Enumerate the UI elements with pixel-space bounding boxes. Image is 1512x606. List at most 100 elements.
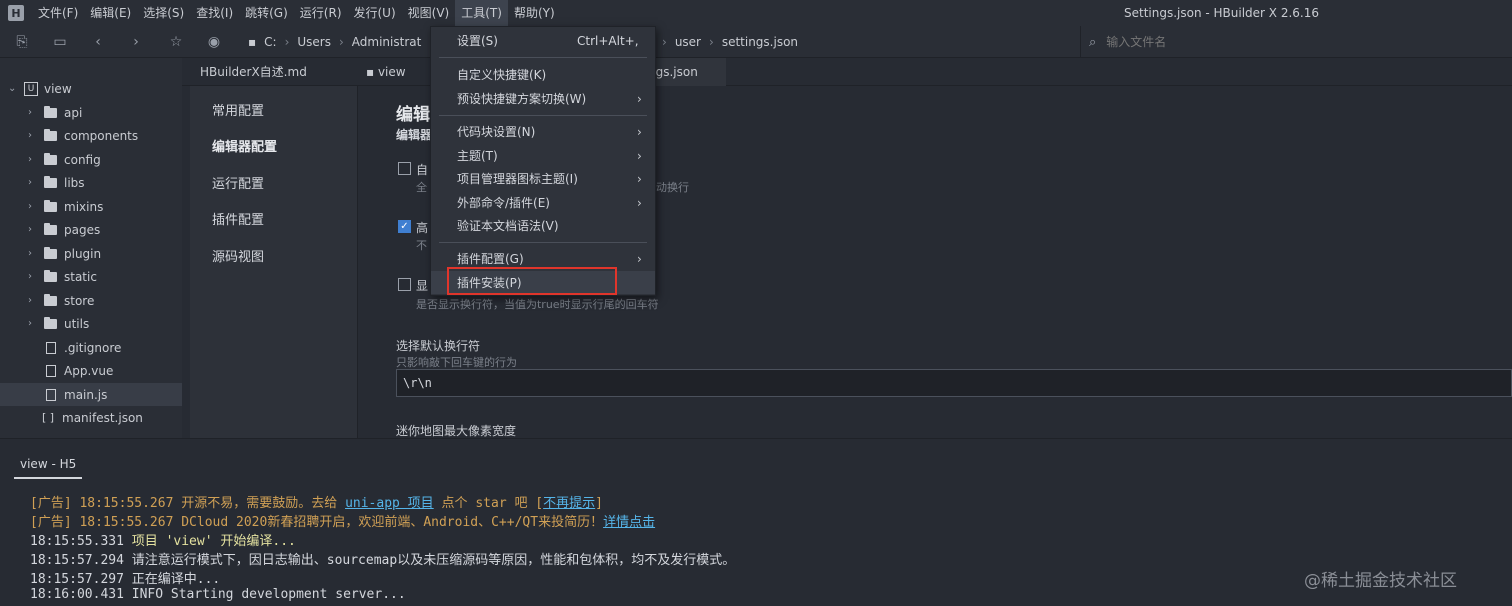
chevron-right-icon: ›	[637, 124, 642, 139]
log-time: 18:15:57.294	[30, 553, 124, 568]
breadcrumb-users[interactable]: Users	[297, 35, 331, 49]
option-desc: 不	[416, 239, 427, 252]
window-title: Settings.json - HBuilder X 2.6.16	[1124, 6, 1320, 20]
breadcrumb-user[interactable]: user	[675, 35, 701, 49]
file-search-input[interactable]	[1106, 35, 1467, 49]
tree-folder[interactable]: › api	[0, 101, 182, 124]
tree-root[interactable]: ⌄ U view	[0, 77, 182, 100]
project-explorer: ⌄ U view › api › components › config › libs …	[0, 58, 182, 438]
menu-run[interactable]: 运行(R)	[294, 0, 348, 26]
option-checkbox-checked[interactable]: ✓	[398, 220, 411, 233]
nav-editor[interactable]: 编辑器配置	[212, 136, 277, 155]
option-label: 显	[416, 279, 429, 293]
tree-folder[interactable]: › plugin	[0, 242, 182, 265]
breadcrumb-settings-json[interactable]: settings.json	[722, 35, 798, 49]
console-tab[interactable]: view - H5	[14, 457, 83, 479]
breadcrumb: ▪ C: › Users › Administrat	[248, 26, 421, 58]
menu-publish[interactable]: 发行(U)	[348, 0, 402, 26]
tree-folder[interactable]: › libs	[0, 171, 182, 194]
log-link[interactable]: uni-app 项目	[345, 496, 434, 511]
menu-edit[interactable]: 编辑(E)	[84, 0, 137, 26]
menu-item-settings[interactable]: 设置(S) Ctrl+Alt+,	[431, 29, 655, 52]
tree-file-label: .gitignore	[64, 340, 122, 355]
star-icon[interactable]: ☆	[166, 32, 186, 52]
tree-folder[interactable]: › mixins	[0, 195, 182, 218]
option-checkbox[interactable]	[398, 278, 411, 291]
log-line: [广告] 18:15:55.267 开源不易，需要鼓励。去给 uni-app 项…	[30, 492, 603, 511]
file-icon	[46, 341, 56, 354]
chevron-right-icon: ›	[637, 91, 642, 106]
tree-folder[interactable]: › pages	[0, 218, 182, 241]
chevron-right-icon: ›	[28, 318, 32, 329]
chevron-right-icon: ›	[28, 224, 32, 235]
menu-item-external[interactable]: 外部命令/插件(E) ›	[431, 191, 655, 214]
tree-folder[interactable]: › components	[0, 124, 182, 147]
log-time: 18:15:55.331	[30, 534, 124, 549]
log-text: INFO Starting development server...	[123, 587, 406, 602]
breadcrumb-tail: › user › settings.json	[662, 26, 798, 58]
menu-tools[interactable]: 工具(T)	[455, 0, 508, 26]
option-desc: 是否显示换行符，当值为true时显示行尾的回车符	[416, 298, 659, 311]
save-icon[interactable]: ▭	[50, 32, 70, 52]
menu-item-custom-keys[interactable]: 自定义快捷键(K)	[431, 63, 655, 86]
new-file-icon[interactable]: ⎘	[12, 32, 32, 52]
newline-label: 选择默认换行符	[396, 339, 481, 353]
tree-folder[interactable]: › config	[0, 148, 182, 171]
tab-readme[interactable]: HBuilderX自述.md	[182, 58, 325, 86]
chevron-right-icon: ›	[28, 107, 32, 118]
chevron-right-icon: ›	[637, 195, 642, 210]
newline-input[interactable]	[396, 369, 1512, 397]
log-text: 请注意运行模式下，因日志输出、sourcemap以及未压缩源码等原因，性能和包体…	[123, 553, 736, 568]
nav-general[interactable]: 常用配置	[212, 100, 264, 119]
log-link[interactable]: 不再提示	[543, 496, 595, 511]
menu-find[interactable]: 查找(I)	[190, 0, 239, 26]
menu-goto[interactable]: 跳转(G)	[239, 0, 294, 26]
folder-icon	[44, 222, 57, 235]
tab-view[interactable]: ▪ view	[348, 58, 424, 86]
nav-source[interactable]: 源码视图	[212, 246, 264, 265]
menu-help[interactable]: 帮助(Y)	[508, 0, 561, 26]
watermark: @稀土掘金技术社区	[1304, 571, 1457, 591]
tree-folder-label: libs	[64, 175, 85, 190]
menu-view[interactable]: 视图(V)	[402, 0, 456, 26]
tree-file[interactable]: App.vue	[0, 359, 182, 382]
menu-item-preset-keys[interactable]: 预设快捷键方案切换(W) ›	[431, 87, 655, 110]
editor-tabs: HBuilderX自述.md ▪ view ngs.json	[182, 58, 1512, 86]
tree-file[interactable]: [ ] manifest.json	[0, 406, 182, 429]
tree-folder-label: store	[64, 293, 95, 308]
option-label: 自	[416, 163, 429, 177]
search-file-icon: ⌕	[1089, 34, 1097, 50]
chevron-right-icon: ›	[28, 201, 32, 212]
nav-plugin[interactable]: 插件配置	[212, 209, 264, 228]
breadcrumb-drive[interactable]: C:	[264, 35, 276, 49]
menu-item-validate[interactable]: 验证本文档语法(V)	[431, 214, 655, 237]
log-text: [广告] 18:15:55.267 DCloud 2020新春招聘开启，欢迎前端…	[30, 515, 604, 530]
menu-item-snippets[interactable]: 代码块设置(N) ›	[431, 120, 655, 143]
menu-file[interactable]: 文件(F)	[32, 0, 84, 26]
menu-item-theme[interactable]: 主题(T) ›	[431, 144, 655, 167]
menu-item-label: 自定义快捷键(K)	[457, 68, 547, 82]
breadcrumb-separator-icon: ›	[338, 35, 344, 49]
minimap-label: 迷你地图最大像素宽度	[396, 424, 517, 438]
project-icon: U	[24, 81, 38, 96]
log-text: [广告] 18:15:55.267 开源不易，需要鼓励。去给	[30, 496, 346, 511]
tree-file[interactable]: .gitignore	[0, 336, 182, 359]
newline-desc: 只影响敲下回车键的行为	[396, 356, 517, 369]
menu-item-label: 外部命令/插件(E)	[457, 196, 550, 210]
menu-item-label: 插件配置(G)	[457, 252, 524, 266]
option-checkbox[interactable]	[398, 162, 411, 175]
tree-folder[interactable]: › store	[0, 289, 182, 312]
log-link[interactable]: 详情点击	[603, 515, 655, 530]
tree-file-selected[interactable]: main.js	[0, 383, 182, 406]
run-icon[interactable]: ◉	[204, 32, 224, 52]
nav-run[interactable]: 运行配置	[212, 173, 264, 192]
forward-icon[interactable]: ›	[126, 32, 146, 52]
back-icon[interactable]: ‹	[88, 32, 108, 52]
chevron-right-icon: ›	[637, 251, 642, 266]
menu-item-icon-theme[interactable]: 项目管理器图标主题(I) ›	[431, 167, 655, 190]
tree-folder[interactable]: › utils	[0, 312, 182, 335]
file-icon	[46, 388, 56, 401]
menu-select[interactable]: 选择(S)	[137, 0, 190, 26]
breadcrumb-admin[interactable]: Administrat	[352, 35, 422, 49]
tree-folder[interactable]: › static	[0, 265, 182, 288]
